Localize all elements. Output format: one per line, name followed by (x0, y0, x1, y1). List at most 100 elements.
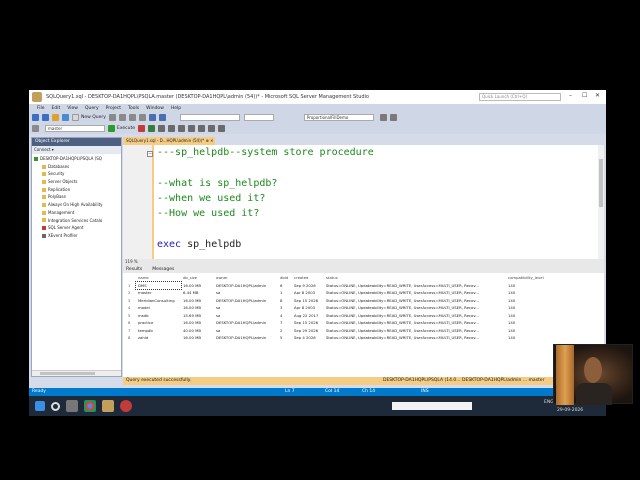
execute-icon[interactable] (108, 125, 115, 132)
font-combo[interactable]: ProportionalFillDemo (303, 114, 374, 121)
tree-databases[interactable]: Databases (32, 163, 121, 171)
collapse-toggle[interactable]: − (147, 151, 153, 157)
outdent-icon[interactable] (218, 125, 225, 132)
start-icon[interactable] (35, 401, 45, 411)
tab-messages[interactable]: Messages (152, 267, 174, 272)
task-view-icon[interactable] (66, 400, 78, 412)
parse-icon[interactable] (148, 125, 155, 132)
table-row[interactable]: 8 zahid 16.00 MB DESKTOP-DA1HQPL\admin 5 Sep … (126, 334, 550, 342)
col-dbid[interactable]: dbid (278, 274, 292, 282)
editor-gutter (123, 145, 154, 259)
object-explorer-hscrollbar[interactable] (32, 370, 121, 376)
folder-icon (42, 195, 46, 200)
menu-query[interactable]: Query (85, 106, 99, 111)
menu-view[interactable]: View (67, 106, 78, 111)
tab-results[interactable]: Results (126, 267, 142, 272)
query-status-bar: Query executed successfully. DESKTOP-DA1… (123, 377, 604, 385)
menu-window[interactable]: Window (146, 106, 164, 111)
solution-config-combo[interactable] (179, 114, 240, 121)
quick-launch-input[interactable]: Quick Launch (Ctrl+Q) (479, 93, 561, 101)
tree-xevent-profiler[interactable]: XEvent Profiler (32, 232, 121, 240)
close-button[interactable]: ✕ (595, 92, 600, 99)
tray-search-box[interactable] (392, 402, 472, 410)
cancel-query-icon[interactable] (138, 125, 145, 132)
database-combo[interactable]: master (45, 125, 105, 132)
save-icon[interactable] (62, 114, 69, 121)
menu-tools[interactable]: Tools (128, 106, 139, 111)
paste-icon[interactable] (138, 114, 146, 121)
new-query-button[interactable]: New Query (81, 115, 106, 120)
tree-security[interactable]: Security (32, 170, 121, 178)
grid-header-row: name db_size owner dbid created status c… (126, 274, 550, 282)
redo-icon[interactable] (158, 114, 166, 121)
maximize-button[interactable]: ☐ (582, 92, 587, 99)
results-to-grid-icon[interactable] (168, 125, 175, 132)
estimated-plan-icon[interactable] (158, 125, 165, 132)
folder-icon (42, 218, 46, 223)
results-to-text-icon[interactable] (178, 125, 185, 132)
platform-combo[interactable] (243, 114, 274, 121)
uncomment-icon[interactable] (198, 125, 205, 132)
menu-edit[interactable]: Edit (52, 106, 61, 111)
results-grid[interactable]: name db_size owner dbid created status c… (126, 274, 550, 342)
new-query-icon[interactable] (72, 114, 79, 121)
search-icon[interactable] (379, 114, 387, 121)
table-row[interactable]: 2 master 6.44 MB sa 1 Apr 8 2003 Status=ONLINE… (126, 289, 550, 297)
status-col: Col 14 (325, 389, 340, 394)
undo-icon[interactable] (148, 114, 156, 121)
tree-integration-services[interactable]: Integration Services Catalo (32, 217, 121, 225)
table-row[interactable]: 7 tempdb 40.00 MB sa 2 Sep 29 2026 Status=ONLI… (126, 327, 550, 335)
query-editor[interactable]: − ---sp_helpdb--system store procedure -… (123, 145, 604, 259)
database-engine-query-icon[interactable] (108, 114, 116, 121)
forward-icon[interactable] (42, 114, 49, 121)
connect-icon[interactable] (32, 125, 39, 132)
tree-replication[interactable]: Replication (32, 186, 121, 194)
cut-icon[interactable] (118, 114, 126, 121)
menu-project[interactable]: Project (106, 106, 121, 111)
table-row[interactable]: 1 DMS 16.00 MB DESKTOP-DA1HQPL\admin 6 Sep 9 … (126, 280, 550, 290)
col-compatibility-level[interactable]: compatibility_level (506, 274, 550, 282)
chrome-icon[interactable] (84, 400, 96, 412)
editor-vscrollbar[interactable] (598, 145, 604, 259)
results-pane: Results Messages name db_size owner dbid… (123, 265, 604, 367)
profiler-icon (42, 233, 46, 238)
ssms-taskbar-icon[interactable] (102, 400, 114, 412)
object-explorer-connect[interactable]: Connect ▾ (32, 146, 121, 154)
indent-icon[interactable] (208, 125, 215, 132)
scrollbar-thumb[interactable] (599, 159, 603, 207)
title-bar: SQLQuery1.sql - DESKTOP-DA1HQPL\PSQLA.ma… (29, 90, 606, 104)
tray-clock[interactable]: 29-09-2026 (557, 408, 583, 413)
col-status[interactable]: status (324, 274, 506, 282)
tree-management[interactable]: Management (32, 209, 121, 217)
menu-file[interactable]: File (37, 106, 45, 111)
menu-help[interactable]: Help (171, 106, 181, 111)
table-row[interactable]: 5 msdb 15.69 MB sa 4 Aug 22 2017 Status=ONLINE… (126, 312, 550, 320)
tree-always-on[interactable]: Always On High Availability (32, 201, 121, 209)
document-tabstrip: SQLQuery1.sql - D...HQPL\admin (54))* ⊕ … (123, 137, 604, 145)
search-icon[interactable] (51, 401, 60, 411)
folder-icon (42, 164, 46, 169)
tree-server-objects[interactable]: Server Objects (32, 178, 121, 186)
recording-app-icon[interactable] (120, 400, 132, 412)
col-db-size[interactable]: db_size (181, 274, 214, 282)
table-row[interactable]: 6 practice 16.00 MB DESKTOP-DA1HQPL\admin 7 S… (126, 319, 550, 327)
col-name[interactable]: name (136, 274, 181, 282)
comment-icon[interactable] (188, 125, 195, 132)
tree-polybase[interactable]: PolyBase (32, 193, 121, 201)
open-icon[interactable] (52, 114, 59, 121)
properties-icon[interactable] (389, 114, 397, 121)
col-created[interactable]: created (292, 274, 324, 282)
grid-corner (126, 274, 136, 282)
minimize-button[interactable]: – (569, 92, 572, 99)
execute-button[interactable]: Execute (117, 126, 135, 131)
copy-icon[interactable] (128, 114, 136, 121)
tab-sqlquery1[interactable]: SQLQuery1.sql - D...HQPL\admin (54))* ⊕ … (123, 137, 215, 145)
back-icon[interactable] (32, 114, 39, 121)
tree-server-node[interactable]: DESKTOP-DA1HQPL\PSQLA (SQ (32, 155, 121, 163)
table-row[interactable]: 4 model 16.00 MB sa 3 Apr 8 2003 Status=ONLINE… (126, 304, 550, 312)
table-row[interactable]: 3 MeridianConsulting 16.00 MB DESKTOP-DA1HQ… (126, 297, 550, 305)
tree-sql-server-agent[interactable]: SQL Server Agent (32, 224, 121, 232)
webcam-presenter-face (584, 357, 602, 383)
col-owner[interactable]: owner (214, 274, 278, 282)
scrollbar-thumb[interactable] (40, 372, 95, 375)
